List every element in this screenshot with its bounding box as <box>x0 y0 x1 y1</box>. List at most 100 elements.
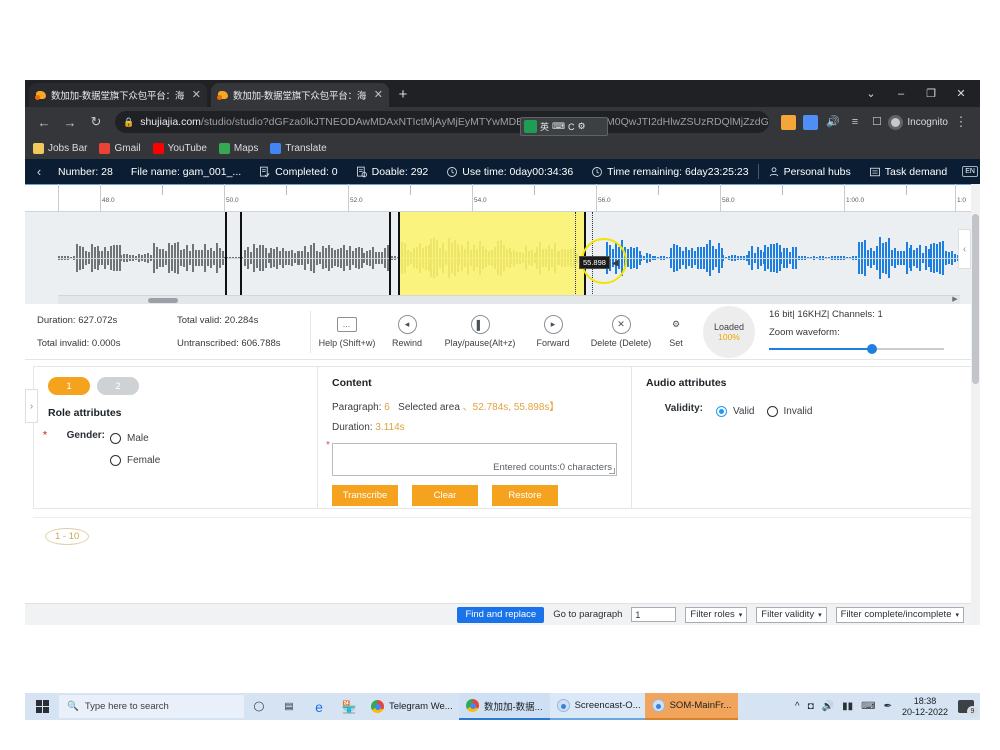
maximize-button[interactable]: ❐ <box>916 83 946 105</box>
taskbar-app-label: Telegram We... <box>389 701 453 712</box>
waveform-hscrollbar[interactable] <box>58 295 960 304</box>
transcribe-button[interactable]: Transcribe <box>332 485 398 506</box>
screencast-icon <box>556 699 570 712</box>
bookmark-youtube[interactable]: YouTube <box>152 142 207 154</box>
back-icon[interactable]: ← <box>31 109 57 135</box>
notification-center-icon[interactable] <box>958 700 978 717</box>
minimize-button[interactable]: – <box>886 83 916 105</box>
popup-glyph-c[interactable]: C <box>568 122 575 132</box>
validity-radio-valid[interactable]: Valid <box>716 403 755 420</box>
cortana-circle-icon[interactable]: ◯ <box>244 701 274 712</box>
battery-icon[interactable]: ▮▮ <box>842 701 853 712</box>
header-doable: Doable: 292 <box>347 166 438 178</box>
gender-radio-female[interactable]: Female <box>110 452 160 469</box>
maps-icon <box>218 142 230 154</box>
taskbar-search[interactable]: 🔍 Type here to search <box>59 695 244 718</box>
profile-incognito[interactable]: Incognito <box>884 114 948 130</box>
taskbar-app-screencast[interactable]: Screencast-O... <box>549 693 645 720</box>
resize-grip[interactable] <box>609 468 615 474</box>
chevron-up-icon[interactable]: ^ <box>795 701 800 712</box>
header-filename: File name: gam_001_... <box>122 166 250 178</box>
reload-icon[interactable]: ↻ <box>83 109 109 135</box>
selection-start-handle[interactable] <box>398 212 400 304</box>
list-icon[interactable]: ≡ <box>847 115 862 130</box>
scroll-right-icon[interactable]: ▶ <box>950 295 960 304</box>
address-bar[interactable]: 🔒 shujiajia.com /studio/studio?dGFza0lkJ… <box>115 111 770 133</box>
right-flyout-toggle[interactable]: ‹ <box>958 229 971 269</box>
new-tab-button[interactable]: + <box>393 85 413 105</box>
tab-close-icon[interactable]: ✕ <box>192 89 201 101</box>
volume-icon[interactable]: 🔊 <box>822 701 834 712</box>
url-path: /studio/studio?dGFza0lkJTNEODAwMDAxNTIct… <box>200 116 770 128</box>
left-flyout-toggle[interactable]: › <box>25 389 38 423</box>
bookmark-translate[interactable]: Translate <box>270 142 327 154</box>
slider-knob[interactable] <box>867 343 877 354</box>
collapse-left-icon[interactable]: ‹ <box>29 164 49 179</box>
header-personal-hubs[interactable]: Personal hubs <box>759 166 860 178</box>
window-icon[interactable]: ☐ <box>869 115 884 130</box>
volume-icon[interactable]: 🔊 <box>825 115 840 130</box>
task-view-icon[interactable]: ▤ <box>274 701 304 712</box>
page-vertical-scrollbar[interactable] <box>971 184 980 625</box>
rewind-button[interactable]: ◂ Rewind <box>377 315 437 348</box>
extension-blue-icon[interactable] <box>803 114 819 130</box>
taskbar-app-som-mainframe[interactable]: SOM-MainFr... <box>644 693 739 720</box>
waveform-canvas[interactable]: 55.898 <box>58 212 960 304</box>
paragraph-range-badge[interactable]: 1 - 10 <box>45 528 90 545</box>
goto-paragraph-input[interactable]: 1 <box>631 607 677 622</box>
edge-icon[interactable]: e <box>304 699 334 715</box>
keyboard-icon[interactable]: ⌨ <box>552 121 565 132</box>
language-badge[interactable]: EN <box>962 166 978 177</box>
header-task-demand-label: Task demand <box>884 165 948 178</box>
scrollbar-thumb[interactable] <box>972 214 979 384</box>
scrollbar-thumb[interactable] <box>148 298 178 303</box>
bookmark-jobs-bar[interactable]: Jobs Bar <box>33 142 87 154</box>
screen: 数加加-数据堂旗下众包平台：海 ✕ 数加加-数据堂旗下众包平台：海 ✕ + ⌄ … <box>0 0 1000 750</box>
translate-box-icon[interactable] <box>524 120 537 133</box>
popup-glyph-1[interactable]: 英 <box>540 120 549 133</box>
chevron-down-icon: ▾ <box>738 611 743 619</box>
loaded-label: Loaded <box>713 321 745 332</box>
close-button[interactable]: ✕ <box>946 83 976 105</box>
list-icon <box>869 167 880 176</box>
zoom-waveform-slider[interactable] <box>769 343 944 355</box>
find-and-replace-button[interactable]: Find and replace <box>457 606 545 623</box>
delete-button[interactable]: ✕ Delete (Delete) <box>583 315 659 348</box>
role-tab-1[interactable]: 1 <box>48 377 90 395</box>
browser-menu-icon[interactable]: ⋮ <box>948 109 974 135</box>
clear-button[interactable]: Clear <box>412 485 478 506</box>
forward-button[interactable]: ▸ Forward <box>523 315 583 348</box>
store-icon[interactable]: 🏪 <box>334 700 364 714</box>
restore-button[interactable]: Restore <box>492 485 558 506</box>
translate-popup[interactable]: 英 ⌨ C ⚙ <box>520 117 608 136</box>
chevron-down-icon[interactable]: ⌄ <box>856 83 886 105</box>
waveform-selection[interactable] <box>398 212 584 304</box>
browser-tab-1[interactable]: 数加加-数据堂旗下众包平台：海 ✕ <box>29 83 207 107</box>
gender-radio-male[interactable]: Male <box>110 430 160 447</box>
filter-roles-select[interactable]: Filter roles ▾ <box>685 606 748 623</box>
validity-radio-invalid[interactable]: Invalid <box>766 403 812 420</box>
taskbar-app-shujiajia[interactable]: 数加加-数据... <box>459 693 550 720</box>
help-button[interactable]: … Help (Shift+w) <box>317 317 377 348</box>
forward-icon[interactable]: → <box>57 109 83 135</box>
browser-tab-2[interactable]: 数加加-数据堂旗下众包平台：海 ✕ <box>211 83 389 107</box>
play-pause-button[interactable]: ▌ Play/pause(Alt+z) <box>437 315 523 348</box>
transcription-textarea[interactable]: * Entered counts:0 characters <box>326 440 617 476</box>
header-task-demand[interactable]: Task demand <box>860 166 956 178</box>
gear-icon[interactable]: ⚙ <box>578 121 586 132</box>
filter-validity-select[interactable]: Filter validity ▾ <box>756 606 827 623</box>
start-button[interactable] <box>25 700 59 713</box>
bookmark-gmail[interactable]: Gmail <box>99 142 141 154</box>
extension-orange-icon[interactable] <box>781 114 797 130</box>
taskbar-clock[interactable]: 18:38 20-12-2022 <box>900 696 950 718</box>
pen-icon[interactable]: ✒ <box>884 701 892 712</box>
role-tab-2[interactable]: 2 <box>97 377 139 395</box>
keyboard-icon[interactable]: ⌨ <box>861 701 875 712</box>
bookmark-maps[interactable]: Maps <box>218 142 258 154</box>
tab-close-icon[interactable]: ✕ <box>374 89 383 101</box>
wifi-icon[interactable]: ◘ <box>808 701 814 712</box>
filter-complete-select[interactable]: Filter complete/incomplete ▾ <box>835 606 964 623</box>
waveform-area[interactable]: 55.898 ◀ ▶ <box>25 212 980 304</box>
set-button[interactable]: ⚙ Set <box>659 315 693 348</box>
taskbar-app-telegram[interactable]: Telegram We... <box>364 693 459 720</box>
